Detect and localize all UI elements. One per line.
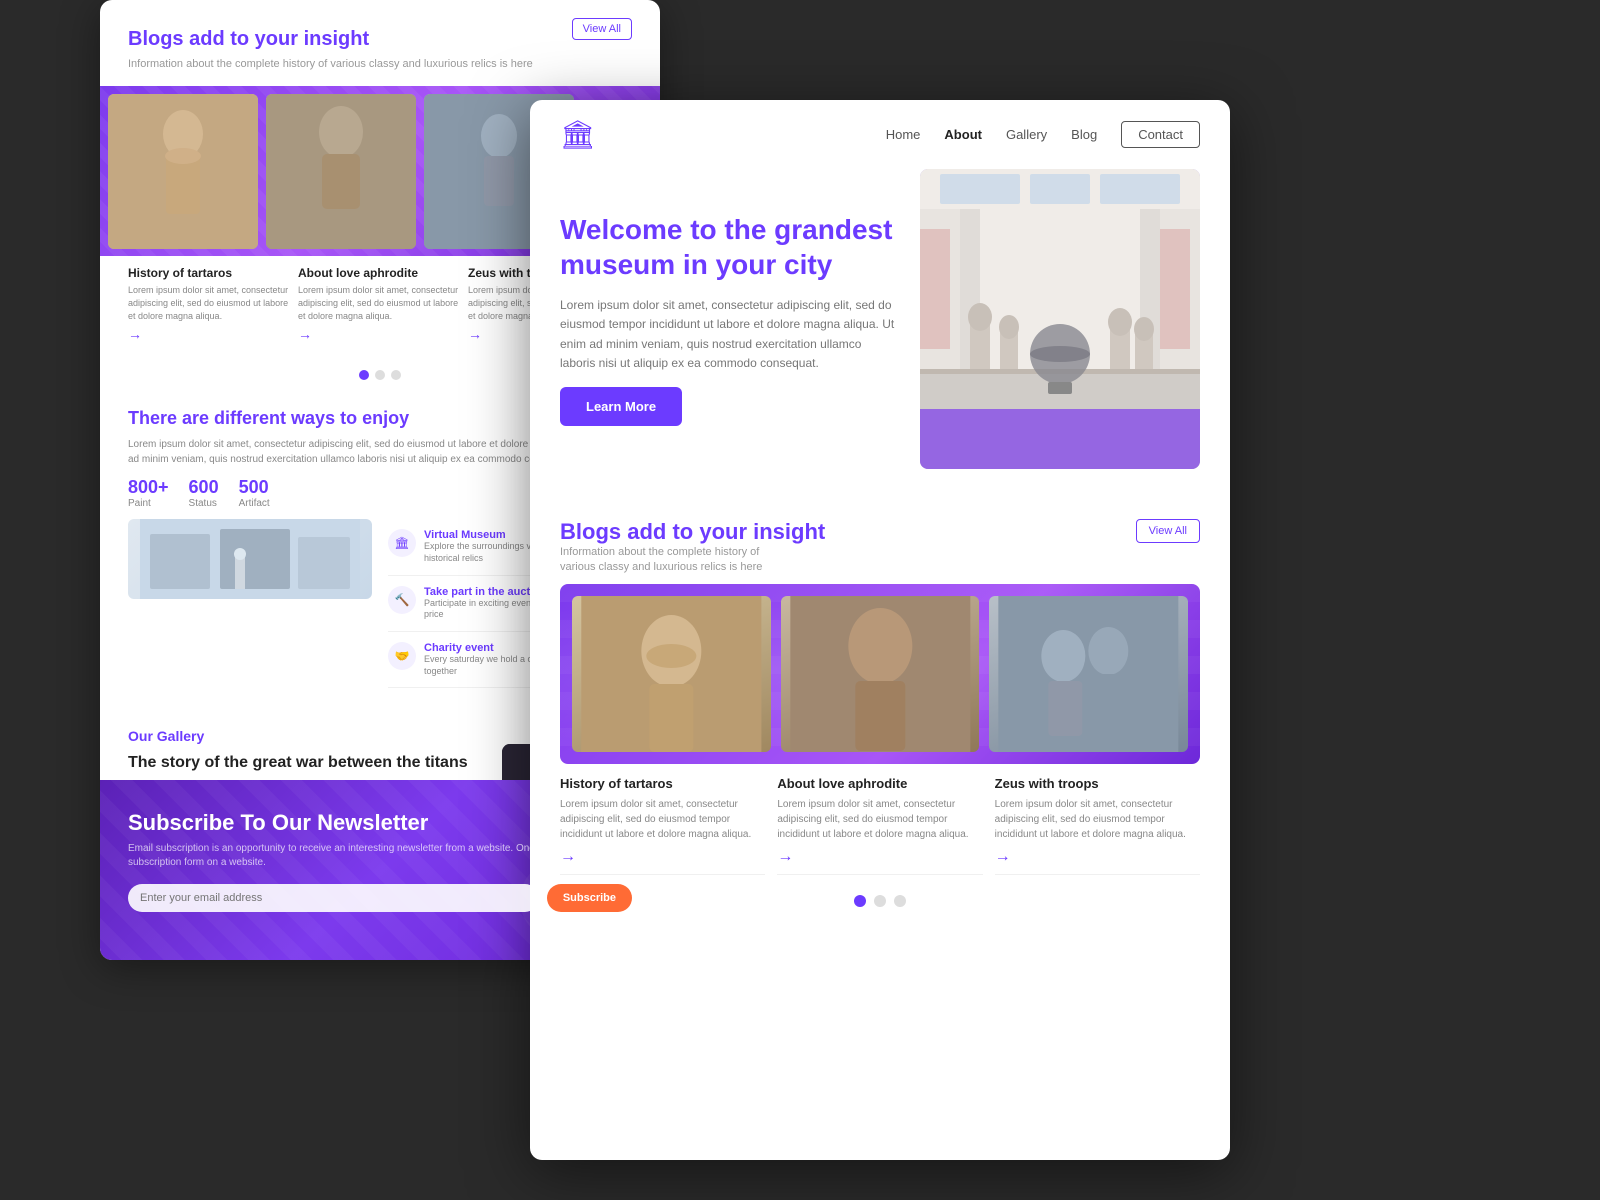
bc-blog-card-0: History of tartaros Lorem ipsum dolor si… [128, 266, 292, 352]
fc-nav-contact-btn[interactable]: Contact [1121, 121, 1200, 148]
bc-charity-icon: 🤝 [388, 642, 416, 670]
fc-blog-card-2: Zeus with troops Lorem ipsum dolor sit a… [995, 776, 1200, 875]
bc-newsletter-form: Subscribe [128, 884, 632, 912]
fc-nav-home[interactable]: Home [886, 127, 921, 142]
bc-blogs-title: Blogs add to your insight [128, 28, 369, 51]
fc-blog-pagination [560, 883, 1200, 919]
fc-blog-arrow-1[interactable]: → [777, 848, 793, 866]
fc-museum-interior-img [920, 169, 1200, 469]
bc-dot-1[interactable] [359, 370, 369, 380]
fc-blog-img-2 [989, 596, 1188, 752]
fc-logo-icon: 🏛 [560, 118, 596, 151]
fc-blog-card-1: About love aphrodite Lorem ipsum dolor s… [777, 776, 982, 875]
fc-blogs-subtitle: Information about the complete history o… [560, 545, 780, 576]
bc-arrow-1[interactable]: → [298, 326, 312, 342]
fc-blogs-title: Blogs add to your insight [560, 519, 825, 545]
bc-blogs-subtitle: Information about the complete history o… [128, 57, 632, 72]
bc-stat-0: 800+ Paint [128, 477, 169, 509]
fc-hero-right [920, 169, 1200, 469]
fc-blog-dot-3[interactable] [894, 895, 906, 907]
fc-view-all-btn[interactable]: View All [1136, 519, 1200, 543]
bc-virtual-museum-icon: 🏛 [388, 529, 416, 557]
bc-arrow-0[interactable]: → [128, 326, 142, 342]
fc-blog-img-0 [572, 596, 771, 752]
bc-blog-card-1: About love aphrodite Lorem ipsum dolor s… [298, 266, 462, 352]
bc-view-all-btn[interactable]: View All [572, 18, 632, 40]
bc-dot-2[interactable] [375, 370, 385, 380]
bc-statue-1 [108, 94, 258, 249]
bc-stat-1: 600 Status [189, 477, 219, 509]
bc-arrow-2[interactable]: → [468, 326, 482, 342]
fc-learn-more-btn[interactable]: Learn More [560, 387, 682, 426]
fc-blogs-banner [560, 584, 1200, 764]
bc-gallery-image [128, 519, 372, 599]
fc-navbar: 🏛 Home About Gallery Blog Contact [530, 100, 1230, 169]
bc-gallery-story-title: The story of the great war between the t… [128, 754, 486, 772]
bc-newsletter-title: Subscribe To Our Newsletter [128, 810, 632, 836]
bc-statue-2 [266, 94, 416, 249]
fc-hero-title: Welcome to the grandest museum in your c… [560, 212, 900, 282]
bc-newsletter-subtitle: Email subscription is an opportunity to … [128, 842, 632, 870]
bc-subscribe-btn[interactable]: Subscribe [547, 884, 632, 912]
fc-blog-cards: History of tartaros Lorem ipsum dolor si… [560, 776, 1200, 883]
fc-hero-section: Welcome to the grandest museum in your c… [530, 169, 1230, 499]
fc-blogs-title-area: Blogs add to your insight Information ab… [560, 519, 825, 576]
fc-blog-dot-1[interactable] [854, 895, 866, 907]
bc-blogs-section: Blogs add to your insight View All Infor… [100, 0, 660, 72]
fc-blogs-header: Blogs add to your insight Information ab… [560, 519, 1200, 576]
fc-nav-blog[interactable]: Blog [1071, 127, 1097, 142]
bc-email-input[interactable] [128, 884, 539, 912]
fc-nav-about[interactable]: About [944, 127, 982, 142]
fc-nav-gallery[interactable]: Gallery [1006, 127, 1047, 142]
fc-blogs-section: Blogs add to your insight Information ab… [530, 499, 1230, 919]
fc-blog-dot-2[interactable] [874, 895, 886, 907]
bc-gallery-thumb [128, 519, 372, 599]
bc-dot-3[interactable] [391, 370, 401, 380]
fc-hero-left: Welcome to the grandest museum in your c… [560, 212, 900, 426]
fc-blog-arrow-2[interactable]: → [995, 848, 1011, 866]
front-card: 🏛 Home About Gallery Blog Contact Welcom… [530, 100, 1230, 1160]
fc-nav-links: Home About Gallery Blog Contact [886, 121, 1200, 148]
fc-blog-img-1 [781, 596, 980, 752]
bc-auction-icon: 🔨 [388, 586, 416, 614]
bc-stat-2: 500 Artifact [239, 477, 270, 509]
fc-hero-text: Lorem ipsum dolor sit amet, consectetur … [560, 296, 900, 373]
